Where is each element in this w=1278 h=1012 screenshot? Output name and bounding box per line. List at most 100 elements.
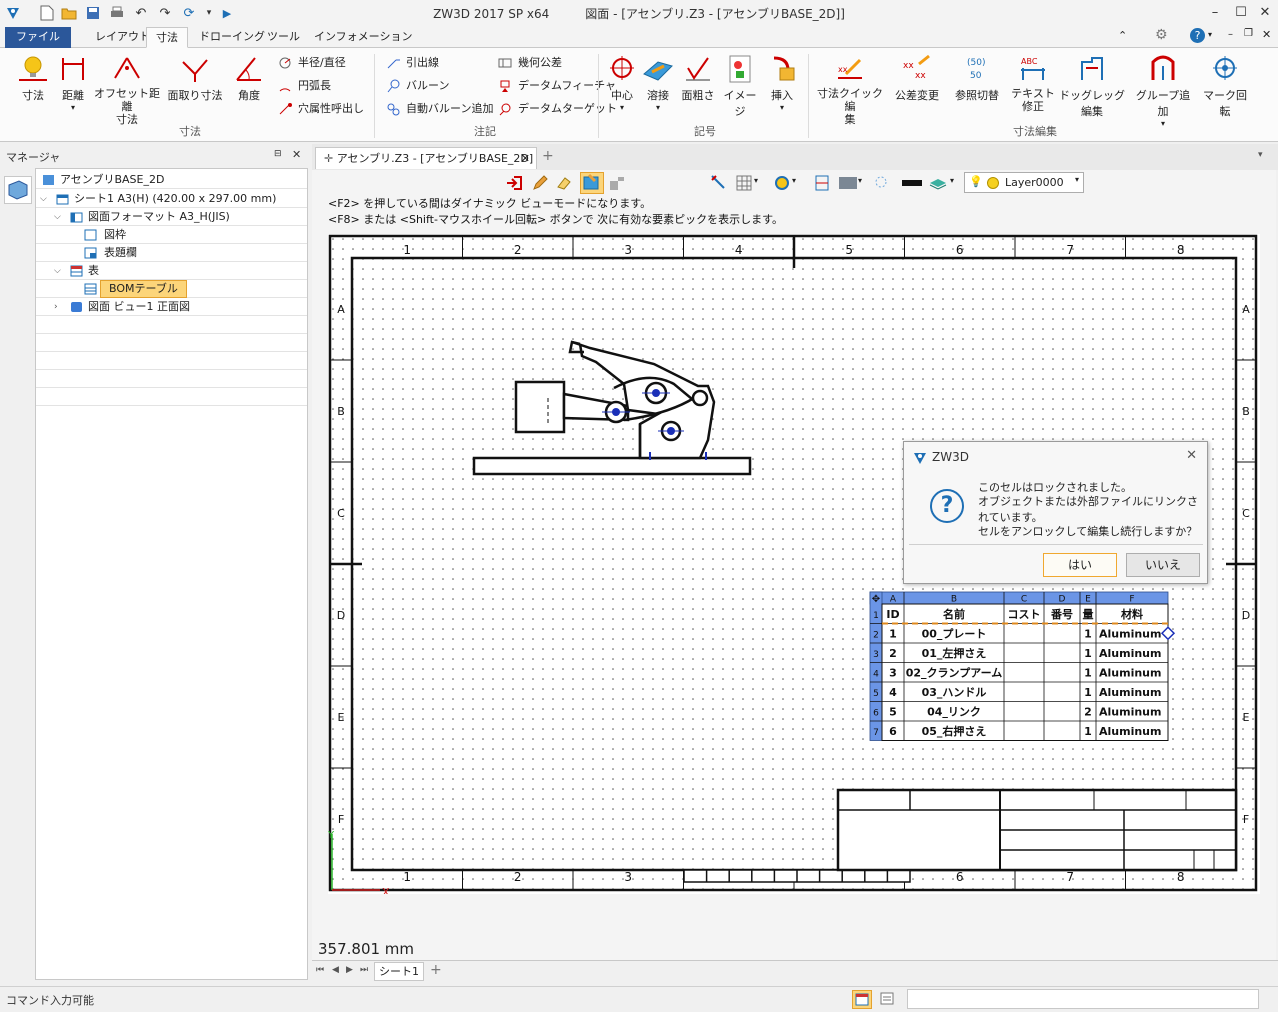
document-tab[interactable]: ✛ アセンブリ.Z3 - [アセンブリBASE_2D] ✕ bbox=[315, 147, 537, 169]
status-list-button[interactable] bbox=[878, 990, 898, 1009]
bom-cell[interactable]: 6 bbox=[889, 725, 897, 738]
tree-item-format[interactable]: ⌵ 図面フォーマット A3_H(JIS) bbox=[36, 208, 307, 226]
image-button[interactable]: イメージ bbox=[722, 54, 758, 119]
display-filter-icon[interactable] bbox=[608, 175, 626, 191]
tab-list-icon[interactable]: ▾ bbox=[1258, 150, 1263, 160]
doc-minimize-icon[interactable]: – bbox=[1228, 29, 1233, 40]
ribbon-collapse-icon[interactable]: ⌃ bbox=[1118, 29, 1127, 42]
dogleg-edit-button[interactable]: ドッグレッグ編集 bbox=[1058, 54, 1126, 119]
sheet-tab[interactable]: シート1 bbox=[374, 962, 424, 981]
grid-icon[interactable] bbox=[736, 175, 752, 191]
eraser-icon[interactable] bbox=[556, 175, 572, 191]
background-dropdown-icon[interactable]: ▾ bbox=[858, 176, 862, 185]
tree-item-frame[interactable]: 図枠 bbox=[36, 226, 307, 244]
chamfer-dim-button[interactable]: 面取り寸法 bbox=[166, 54, 224, 103]
bom-cell[interactable]: 3 bbox=[889, 667, 897, 680]
help-icon[interactable]: ? bbox=[1190, 28, 1205, 43]
offset-distance-button[interactable]: オフセット距離 寸法 bbox=[94, 54, 160, 126]
bom-cell[interactable]: Aluminum bbox=[1099, 706, 1161, 719]
bom-cell[interactable]: 1 bbox=[1084, 628, 1092, 641]
settings-gear-icon[interactable]: ⚙ bbox=[1155, 27, 1168, 43]
tolerance-change-button[interactable]: xx xx 公差変更 bbox=[890, 54, 944, 103]
leader-button[interactable]: 引出線 bbox=[386, 53, 439, 73]
bom-table[interactable]: ✥ A B C D E F1234567ID 名前 コスト 番号量材料1 00_プレート 1 Alumi… bbox=[869, 591, 1176, 741]
doc-close-icon[interactable]: ✕ bbox=[1262, 28, 1271, 41]
bom-header-cell[interactable]: 名前 bbox=[943, 607, 965, 621]
bom-cell[interactable]: 01_左押さえ bbox=[922, 646, 987, 660]
tab-information[interactable]: インフォメーション bbox=[305, 27, 421, 48]
render-dropdown-icon[interactable]: ▾ bbox=[792, 176, 796, 185]
hole-callout-button[interactable]: 穴属性呼出し bbox=[278, 99, 364, 119]
status-mode-button[interactable] bbox=[852, 990, 872, 1009]
bom-cell[interactable]: 1 bbox=[1084, 686, 1092, 699]
dashed-circle-icon[interactable] bbox=[874, 175, 888, 189]
tree-item-tables[interactable]: ⌵ 表 bbox=[36, 262, 307, 280]
tree-item-drawing[interactable]: アセンブリBASE_2D bbox=[36, 171, 307, 189]
weld-button[interactable]: 溶接 ▾ bbox=[642, 54, 674, 112]
tree-item-titleblock[interactable]: 表題欄 bbox=[36, 244, 307, 262]
expand-chevron-icon[interactable]: › bbox=[54, 298, 64, 316]
title-block[interactable] bbox=[836, 788, 1238, 872]
doc-restore-icon[interactable]: ❐ bbox=[1244, 28, 1253, 39]
group-add-button[interactable]: グループ追加 ▾ bbox=[1132, 54, 1194, 128]
tab-tools[interactable]: ツール bbox=[258, 27, 309, 48]
tree-item-bom-table[interactable]: BOMテーブル bbox=[36, 280, 307, 298]
bom-cell[interactable]: 1 bbox=[889, 628, 897, 641]
angle-button[interactable]: 角度 bbox=[232, 54, 266, 103]
bom-cell[interactable]: 02_クランプアーム bbox=[906, 666, 1003, 680]
bom-cell[interactable]: 00_プレート bbox=[922, 627, 987, 641]
next-sheet-icon[interactable]: ▶ bbox=[346, 965, 353, 975]
dialog-no-button[interactable]: いいえ bbox=[1126, 553, 1200, 577]
collapse-chevron-icon[interactable]: ⌵ bbox=[54, 262, 64, 280]
layer-select[interactable]: 💡 Layer0000 ▾ bbox=[964, 172, 1084, 193]
bom-cell[interactable]: 4 bbox=[889, 686, 897, 699]
bom-header-cell[interactable]: ID bbox=[886, 608, 899, 621]
minimize-button[interactable]: – bbox=[1202, 2, 1228, 24]
tab-file[interactable]: ファイル(F) bbox=[5, 27, 71, 63]
collapse-chevron-icon[interactable]: ⌵ bbox=[40, 190, 50, 208]
table-move-icon[interactable]: ✥ bbox=[872, 594, 880, 605]
line-color-swatch[interactable] bbox=[902, 180, 922, 186]
bom-cell[interactable]: 5 bbox=[889, 706, 897, 719]
auto-balloon-button[interactable]: 自動バルーン追加 bbox=[386, 99, 493, 119]
bom-cell[interactable]: 05_右押さえ bbox=[922, 724, 987, 738]
distance-button[interactable]: 距離 ▾ bbox=[56, 54, 90, 112]
dim-quick-edit-button[interactable]: xx 寸法クイック編 集 bbox=[814, 54, 886, 126]
view-fit-icon[interactable] bbox=[814, 174, 830, 192]
background-icon[interactable] bbox=[838, 175, 858, 191]
surface-finish-button[interactable]: 面粗さ bbox=[680, 54, 716, 103]
exit-icon[interactable] bbox=[506, 175, 522, 191]
radius-diameter-button[interactable]: 半径/直径 bbox=[278, 53, 346, 73]
text-modify-button[interactable]: ABC テキスト 修正 bbox=[1010, 54, 1056, 113]
manager-assembly-tab[interactable] bbox=[4, 176, 32, 204]
bom-header-cell[interactable]: 番号 bbox=[1050, 607, 1073, 621]
bom-cell[interactable]: 03_ハンドル bbox=[922, 686, 987, 699]
smart-pick-icon[interactable] bbox=[710, 174, 728, 192]
bom-cell[interactable]: 2 bbox=[889, 647, 897, 660]
prev-sheet-icon[interactable]: ◀ bbox=[332, 965, 339, 975]
layer-manager-icon[interactable] bbox=[928, 175, 948, 191]
command-input[interactable] bbox=[907, 989, 1259, 1009]
dimension-button[interactable]: 寸法 bbox=[16, 54, 50, 103]
bom-cell[interactable]: 1 bbox=[1084, 647, 1092, 660]
new-tab-icon[interactable]: + bbox=[542, 148, 554, 164]
bom-cell[interactable]: Aluminum bbox=[1099, 686, 1161, 699]
maximize-button[interactable]: ☐ bbox=[1228, 2, 1254, 24]
bom-cell[interactable]: Aluminum bbox=[1099, 647, 1161, 660]
balloon-button[interactable]: バルーン bbox=[386, 76, 449, 96]
reference-toggle-button[interactable]: (50) 50 参照切替 bbox=[950, 54, 1004, 103]
bom-header-cell[interactable]: 量 bbox=[1083, 608, 1094, 621]
bom-cell[interactable]: Aluminum bbox=[1099, 667, 1161, 680]
close-button[interactable]: ✕ bbox=[1252, 2, 1278, 24]
collapse-chevron-icon[interactable]: ⌵ bbox=[54, 208, 64, 226]
datum-target-button[interactable]: データムターゲット bbox=[498, 99, 617, 119]
geometric-tolerance-button[interactable]: 幾何公差 bbox=[498, 53, 562, 73]
bom-header-cell[interactable]: 材料 bbox=[1121, 607, 1143, 621]
help-dropdown-icon[interactable]: ▾ bbox=[1208, 30, 1212, 39]
bom-cell[interactable]: 1 bbox=[1084, 667, 1092, 680]
panel-close-icon[interactable]: ✕ bbox=[292, 148, 301, 161]
center-button[interactable]: 中心 ▾ bbox=[606, 54, 638, 112]
bom-cell[interactable]: 2 bbox=[1084, 706, 1092, 719]
bom-cell[interactable]: Aluminum bbox=[1099, 628, 1161, 641]
arc-length-button[interactable]: 円弧長 bbox=[278, 76, 331, 96]
